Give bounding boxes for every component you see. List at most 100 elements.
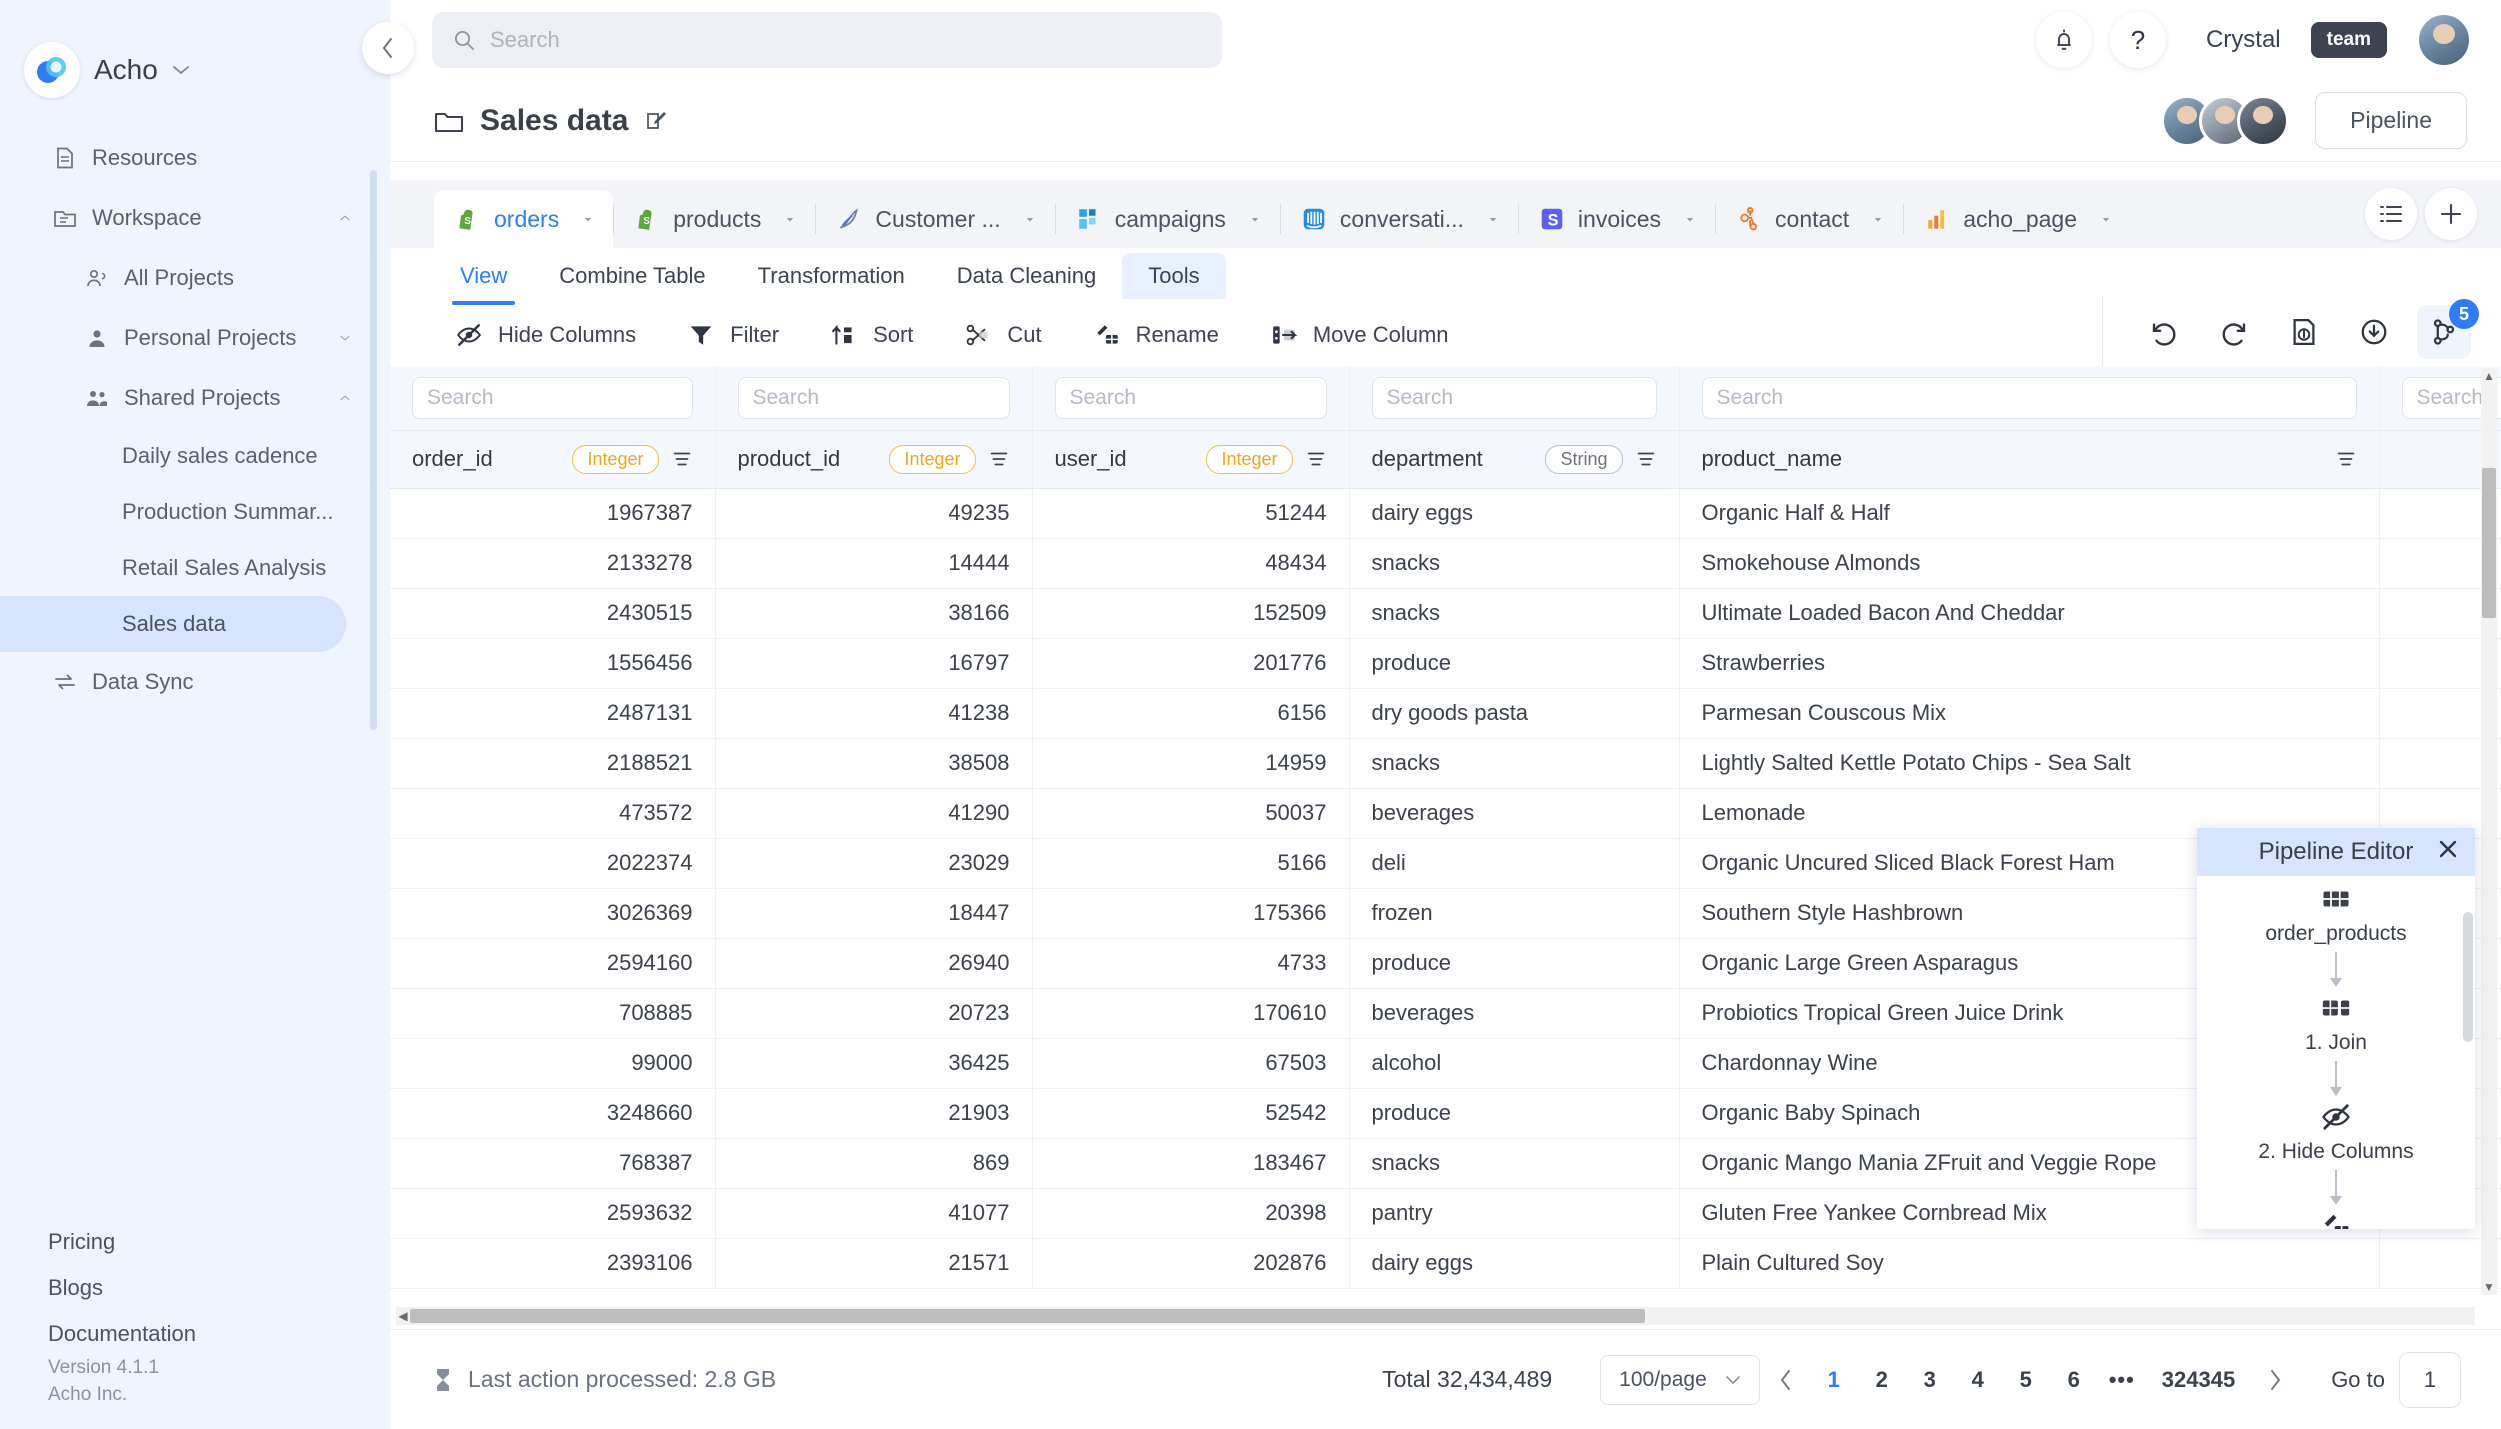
redo-button[interactable] (2207, 305, 2261, 359)
table-cell[interactable]: dairy eggs (1349, 1238, 1680, 1289)
caret-down-icon[interactable] (1683, 214, 1697, 225)
table-cell[interactable]: pantry (1349, 1188, 1680, 1239)
table-cell[interactable]: Organic Half & Half (1679, 488, 2380, 539)
table-cell[interactable]: 36425 (715, 1038, 1033, 1089)
pipeline-button[interactable]: Pipeline (2315, 92, 2467, 149)
table-cell[interactable]: 175366 (1032, 888, 1350, 939)
ribbon-tab-tools[interactable]: Tools (1122, 253, 1226, 299)
table-cell[interactable]: 20398 (1032, 1188, 1350, 1239)
table-cell[interactable]: 41290 (715, 788, 1033, 839)
scroll-down-icon[interactable]: ▼ (2481, 1279, 2497, 1295)
table-row[interactable]: 99000 36425 67503 alcohol Chardonnay Wine (390, 1038, 2501, 1089)
page-ellipsis[interactable]: ••• (2100, 1358, 2144, 1402)
scrollbar-thumb[interactable] (2463, 912, 2473, 1042)
table-cell[interactable]: 41238 (715, 688, 1033, 739)
table-cell[interactable]: Parmesan Couscous Mix (1679, 688, 2380, 739)
table-cell[interactable]: 2393106 (390, 1238, 716, 1289)
caret-down-icon[interactable] (783, 214, 797, 225)
caret-down-icon[interactable] (1871, 214, 1885, 225)
collaborator-avatars[interactable] (2161, 94, 2290, 147)
table-cell[interactable]: 202876 (1032, 1238, 1350, 1289)
table-cell[interactable]: beverages (1349, 788, 1680, 839)
table-cell[interactable]: dry goods pasta (1349, 688, 1680, 739)
table-cell[interactable]: 768387 (390, 1138, 716, 1189)
table-cell[interactable]: 14959 (1032, 738, 1350, 789)
sidebar-item-all-projects[interactable]: All Projects (0, 248, 390, 308)
caret-down-icon[interactable] (581, 214, 595, 225)
sidebar-item-daily-sales-cadence[interactable]: Daily sales cadence (0, 428, 390, 484)
table-cell[interactable]: 2188521 (390, 738, 716, 789)
sidebar-item-production-summar[interactable]: Production Summar... (0, 484, 390, 540)
table-row[interactable]: 3026369 18447 175366 frozen Southern Style H… (390, 888, 2501, 939)
page-button-5[interactable]: 5 (2004, 1358, 2048, 1402)
footer-link-blogs[interactable]: Blogs (0, 1265, 390, 1311)
table-cell[interactable]: produce (1349, 1088, 1680, 1139)
sidebar-scrollbar[interactable] (370, 170, 377, 730)
sidebar-item-personal-projects[interactable]: Personal Projects (0, 308, 390, 368)
notification-button[interactable] (2035, 12, 2092, 68)
column-search-input[interactable] (737, 376, 1010, 419)
table-cell[interactable]: deli (1349, 838, 1680, 889)
table-cell[interactable]: 3248660 (390, 1088, 716, 1139)
table-cell[interactable]: 48434 (1032, 538, 1350, 589)
table-cell[interactable]: 183467 (1032, 1138, 1350, 1189)
sidebar-item-retail-sales-analysis[interactable]: Retail Sales Analysis (0, 540, 390, 596)
table-cell[interactable]: snacks (1349, 538, 1680, 589)
table-row[interactable]: 768387 869 183467 snacks Organic Mango Mania… (390, 1138, 2501, 1189)
info-doc-button[interactable] (2277, 305, 2331, 359)
table-row[interactable]: 708885 20723 170610 beverages Probiotics Tro… (390, 988, 2501, 1039)
column-header[interactable]: department String (1349, 430, 1680, 489)
data-grid-scroll[interactable]: order_id Integer product_id Integer user_id I… (390, 366, 2501, 1329)
sheet-tab-acho-page[interactable]: acho_page (1903, 190, 2131, 248)
table-cell[interactable]: snacks (1349, 738, 1680, 789)
table-cell[interactable]: 21571 (715, 1238, 1033, 1289)
avatar[interactable] (2419, 15, 2469, 65)
column-search-input[interactable] (1371, 376, 1657, 419)
column-search-input[interactable] (1701, 376, 2357, 419)
table-cell[interactable]: 23029 (715, 838, 1033, 889)
table-cell[interactable]: 2594160 (390, 938, 716, 989)
caret-down-icon[interactable] (2099, 214, 2113, 225)
table-cell[interactable]: 170610 (1032, 988, 1350, 1039)
edit-pencil-icon[interactable] (644, 109, 668, 133)
ribbon-action-cut[interactable]: Cut (943, 314, 1071, 356)
table-cell[interactable]: Strawberries (1679, 638, 2380, 689)
list-view-icon[interactable] (2365, 188, 2417, 240)
goto-page-input[interactable] (2399, 1351, 2461, 1408)
table-cell[interactable]: 2430515 (390, 588, 716, 639)
scroll-left-icon[interactable]: ◀ (396, 1308, 410, 1324)
table-cell[interactable]: 1556456 (390, 638, 716, 689)
table-cell[interactable]: produce (1349, 938, 1680, 989)
footer-link-pricing[interactable]: Pricing (0, 1219, 390, 1265)
column-header[interactable]: product_id Integer (715, 430, 1033, 489)
table-row[interactable]: 2594160 26940 4733 produce Organic Large Gre… (390, 938, 2501, 989)
ribbon-tab-data-cleaning[interactable]: Data Cleaning (931, 253, 1122, 299)
sidebar-item-resources[interactable]: Resources (0, 128, 390, 188)
table-cell[interactable]: 20723 (715, 988, 1033, 1039)
grid-horizontal-scrollbar[interactable]: ◀ (396, 1307, 2475, 1325)
scroll-up-icon[interactable]: ▲ (2481, 368, 2497, 384)
column-header[interactable]: product_name (1679, 430, 2380, 489)
pipeline-node-3-rename[interactable]: 3. Rename (2285, 1209, 2388, 1229)
table-cell[interactable]: 869 (715, 1138, 1033, 1189)
download-cloud-button[interactable] (2347, 305, 2401, 359)
table-row[interactable]: 1556456 16797 201776 produce Strawberries (390, 638, 2501, 689)
table-row[interactable]: 2593632 41077 20398 pantry Gluten Free Yanke… (390, 1188, 2501, 1239)
ribbon-action-move-column[interactable]: Move Column (1249, 314, 1479, 356)
sheet-tab-campaigns[interactable]: campaigns (1054, 190, 1280, 248)
table-cell[interactable]: 4733 (1032, 938, 1350, 989)
column-search-input[interactable] (412, 376, 693, 419)
scrollbar-thumb[interactable] (410, 1309, 1645, 1323)
sheet-tab-invoices[interactable]: Sinvoices (1517, 190, 1715, 248)
chevron-down-icon[interactable] (172, 64, 190, 76)
table-row[interactable]: 473572 41290 50037 beverages Lemonade (390, 788, 2501, 839)
ribbon-action-sort[interactable]: Sort (809, 314, 943, 356)
table-row[interactable]: 2188521 38508 14959 snacks Lightly Salted Ke… (390, 738, 2501, 789)
table-cell[interactable]: alcohol (1349, 1038, 1680, 1089)
table-cell[interactable]: 52542 (1032, 1088, 1350, 1139)
prev-page-button[interactable] (1764, 1358, 1808, 1402)
table-cell[interactable]: beverages (1349, 988, 1680, 1039)
column-menu-icon[interactable] (988, 448, 1010, 470)
table-cell[interactable]: 6156 (1032, 688, 1350, 739)
column-header[interactable]: user_id Integer (1032, 430, 1350, 489)
